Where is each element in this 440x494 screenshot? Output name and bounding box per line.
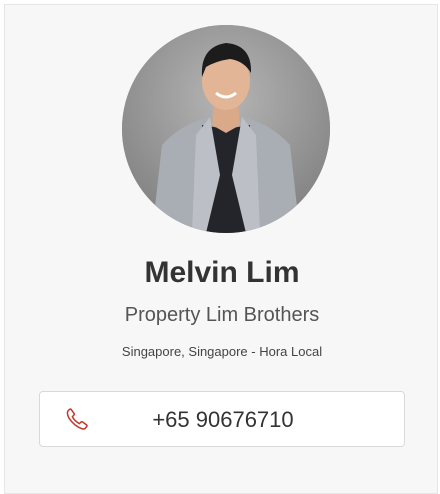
phone-button[interactable]: +65 90676710: [39, 391, 405, 447]
agent-name: Melvin Lim: [144, 256, 300, 289]
phone-number: +65 90676710: [152, 407, 294, 432]
agent-company: Property Lim Brothers: [124, 304, 320, 326]
agent-location: Singapore, Singapore - Hora Local: [121, 344, 323, 359]
agent-profile-card: Melvin Lim Property Lim Brothers Singapo…: [4, 4, 438, 494]
avatar: [122, 25, 330, 233]
